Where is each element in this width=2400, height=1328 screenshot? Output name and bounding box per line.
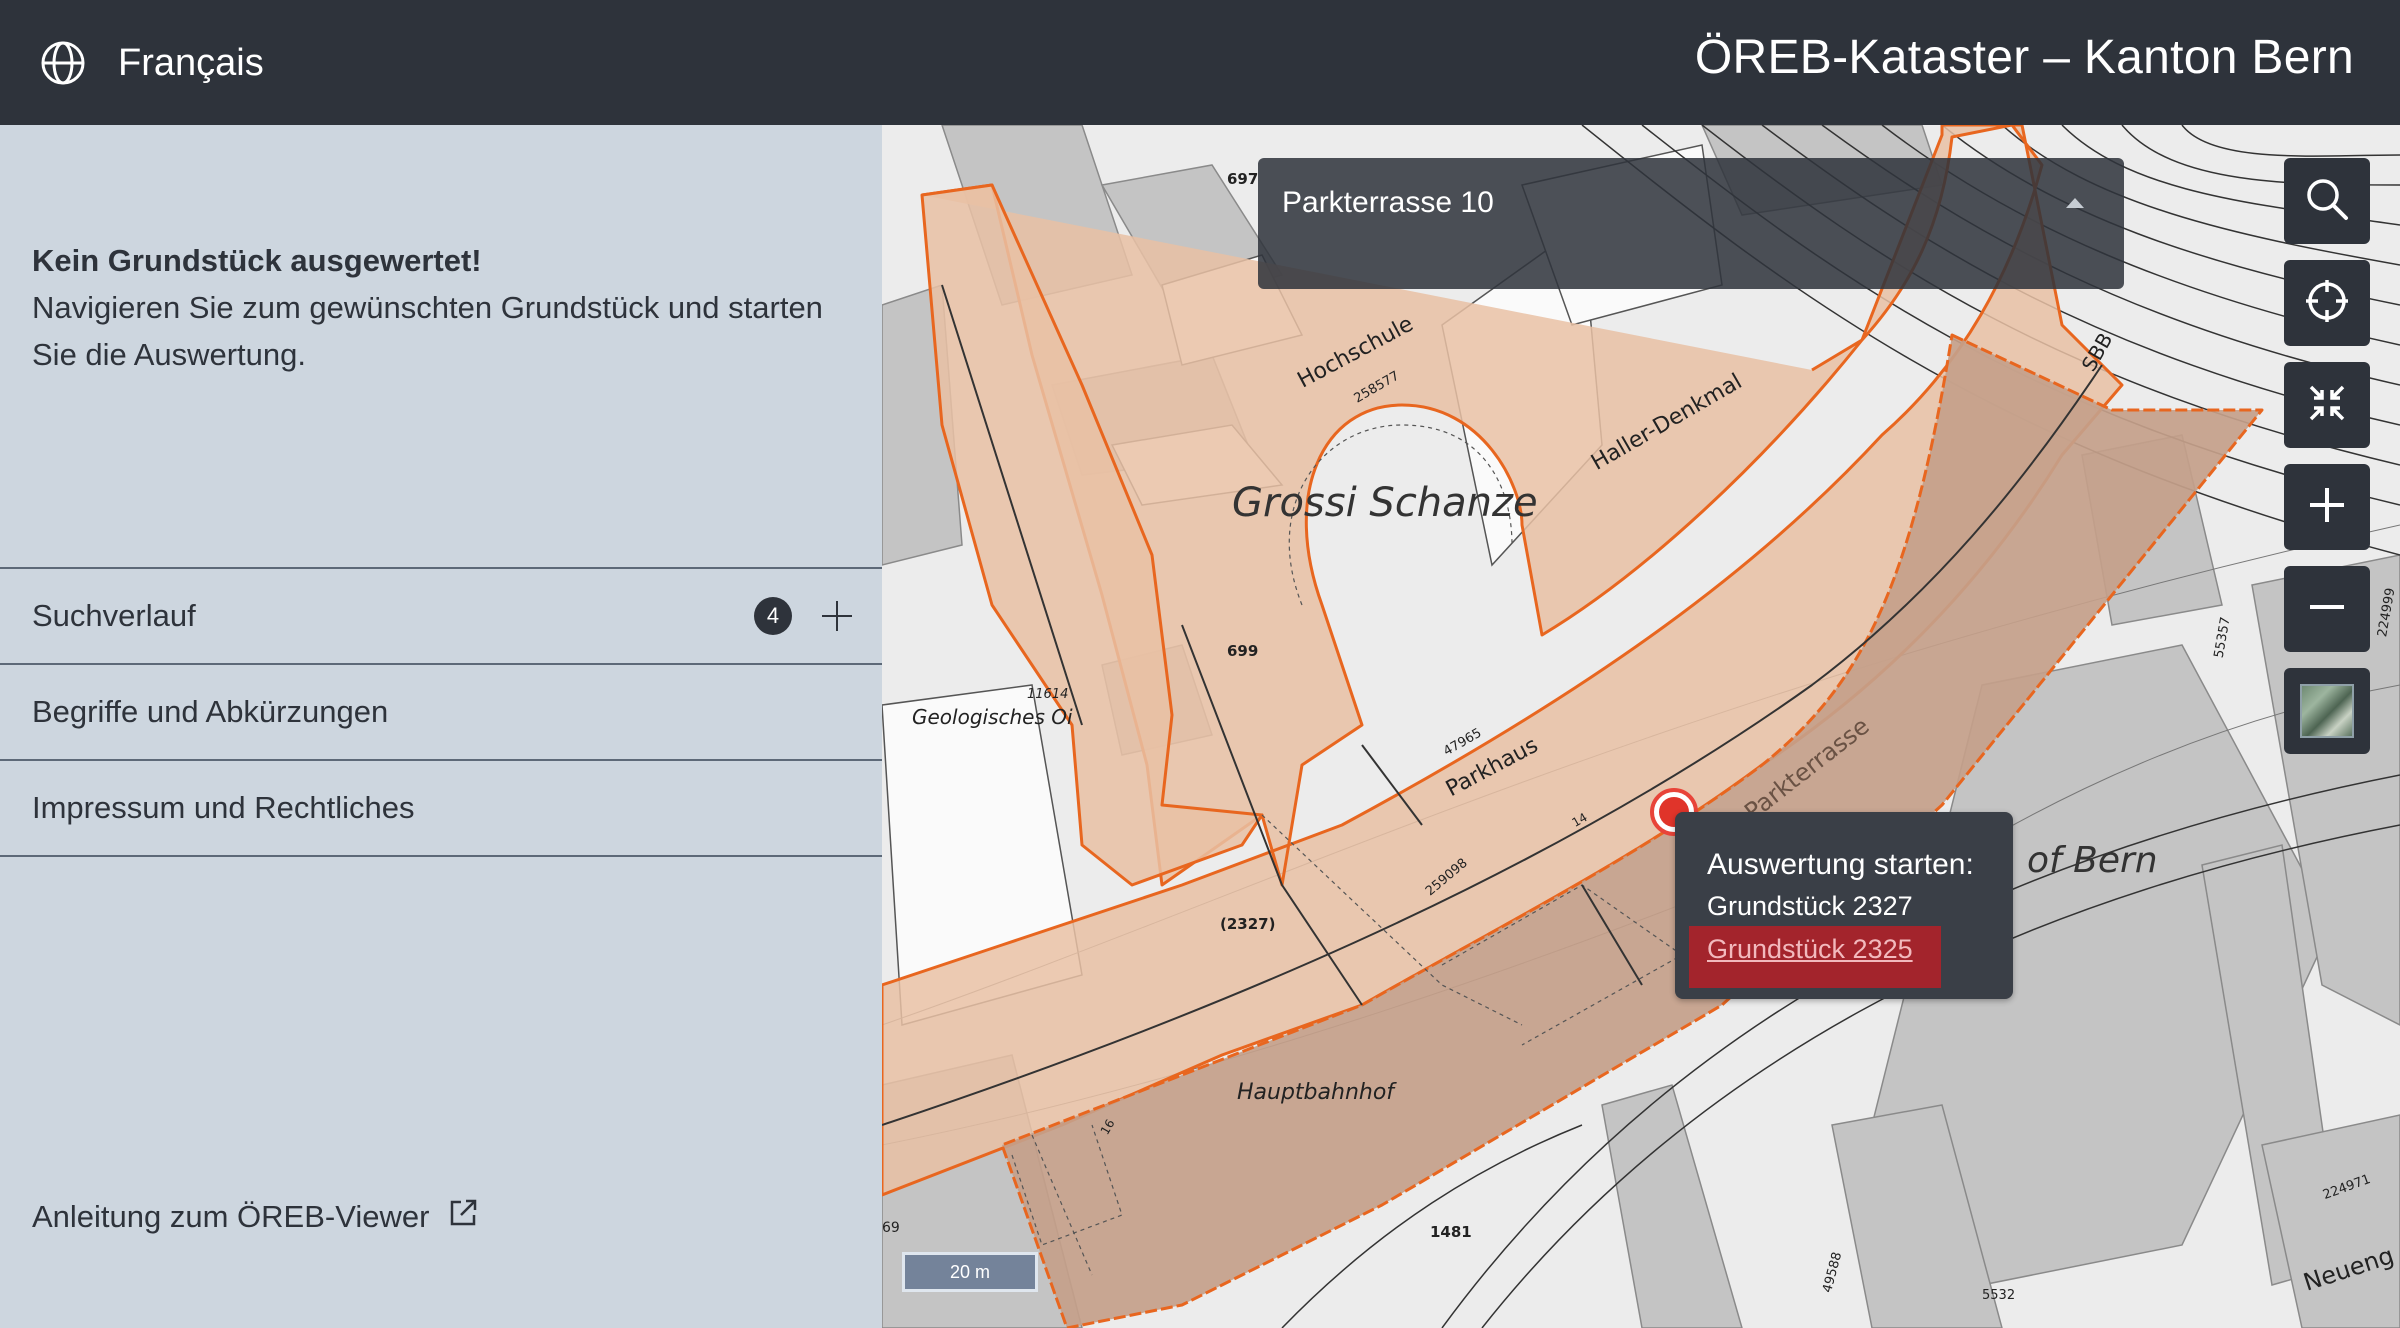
collapse-icon [2307, 383, 2347, 428]
zoom-in-icon [2307, 485, 2347, 530]
map-label-5532: 5532 [1982, 1288, 2016, 1303]
app: Français ÖREB-Kataster – Kanton Bern Kei… [0, 0, 2400, 1328]
accordion-imprint[interactable]: Impressum und Rechtliches [0, 761, 882, 857]
map-label-699: 699 [1227, 642, 1259, 660]
sidebar: Kein Grundstück ausgewertet! Navigieren … [0, 125, 882, 1328]
accordion-label: Begriffe und Abkürzungen [32, 694, 389, 729]
map-label-69: 69 [882, 1220, 900, 1236]
app-title: ÖREB-Kataster – Kanton Bern [1694, 31, 2354, 84]
history-count-badge: 4 [754, 597, 792, 635]
search-button[interactable] [2284, 158, 2370, 244]
popup-title: Auswertung starten: [1707, 848, 1974, 881]
search-icon [2304, 176, 2350, 227]
zoom-out-icon [2307, 587, 2347, 632]
map-label-11614: 11614 [1027, 687, 1069, 702]
chevron-up-icon[interactable] [2066, 198, 2084, 208]
map-view[interactable]: Grossi Schanze Hochschule Haller-Denkmal… [882, 125, 2400, 1328]
accordion-search-history[interactable]: Suchverlauf 4 [0, 569, 882, 665]
info-title: Kein Grundstück ausgewertet! [32, 243, 482, 278]
evaluation-popup: Auswertung starten: Grundstück 2327 Grun… [1675, 812, 2013, 999]
layer-switch-icon [2300, 684, 2354, 738]
map-label-geologisches: Geologisches Oi [912, 705, 1073, 729]
popup-parcel-link[interactable]: Grundstück 2325 [1707, 934, 1913, 965]
collapse-button[interactable] [2284, 362, 2370, 448]
zoom-out-button[interactable] [2284, 566, 2370, 652]
info-message: Kein Grundstück ausgewertet! Navigieren … [32, 237, 852, 378]
layer-switch-button[interactable] [2284, 668, 2370, 754]
accordion-label: Suchverlauf [32, 598, 196, 633]
address-search [1258, 158, 2124, 289]
language-switch[interactable]: Français [40, 28, 264, 98]
viewer-manual-link[interactable]: Anleitung zum ÖREB-Viewer [32, 1197, 479, 1237]
globe-icon [40, 40, 86, 86]
manual-link-label: Anleitung zum ÖREB-Viewer [32, 1199, 430, 1234]
map-label-of-bern: of Bern [2027, 840, 2158, 881]
map-label-1481: 1481 [1430, 1223, 1472, 1241]
external-link-icon [429, 1197, 479, 1237]
accordion-label: Impressum und Rechtliches [32, 790, 415, 825]
map-label-grossi-schanze: Grossi Schanze [1232, 480, 1538, 526]
scale-bar: 20 m [902, 1252, 1038, 1292]
language-label: Français [118, 41, 264, 84]
map-label-hauptbahnhof: Hauptbahnhof [1237, 1080, 1395, 1105]
map-controls [2284, 158, 2370, 770]
top-bar: Français ÖREB-Kataster – Kanton Bern [0, 0, 2400, 125]
map-canvas[interactable] [882, 125, 2400, 1328]
locate-button[interactable] [2284, 260, 2370, 346]
map-label-2327: (2327) [1220, 915, 1276, 933]
info-text: Navigieren Sie zum gewünschten Grundstüc… [32, 290, 823, 372]
zoom-in-button[interactable] [2284, 464, 2370, 550]
popup-parcel-option[interactable]: Grundstück 2327 [1707, 891, 1913, 922]
map-label-697: 697 [1227, 170, 1259, 188]
locate-icon [2304, 278, 2350, 329]
plus-icon[interactable] [818, 597, 856, 635]
accordion-glossary[interactable]: Begriffe und Abkürzungen [0, 665, 882, 761]
sidebar-accordion: Suchverlauf 4 Begriffe und Abkürzungen I… [0, 567, 882, 857]
search-input[interactable] [1258, 158, 2064, 248]
